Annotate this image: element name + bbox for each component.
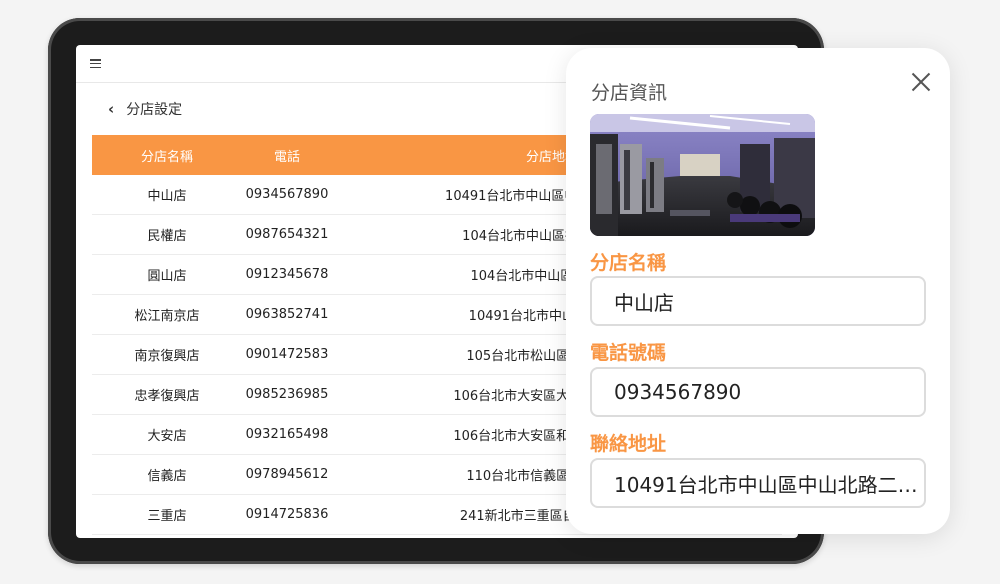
cell-name: 大安店 <box>147 429 187 444</box>
branch-info-panel: 分店資訊 分店名稱 中山店 電話號碼 0934567890 聯絡地址 10491… <box>566 48 950 534</box>
cell-name: 南京復興店 <box>134 349 200 364</box>
cell-name: 信義店 <box>147 469 187 484</box>
cell-name: 民權店 <box>147 229 187 244</box>
phone-label: 電話號碼 <box>590 342 667 364</box>
cell-phone: 0985236985 <box>245 387 329 402</box>
chevron-left-icon[interactable]: ‹ <box>108 100 114 118</box>
address-label: 聯絡地址 <box>590 433 667 455</box>
cell-name: 忠孝復興店 <box>134 389 200 404</box>
column-header-name: 分店名稱 <box>140 149 193 165</box>
phone-number-field[interactable]: 0934567890 <box>590 367 926 417</box>
name-label: 分店名稱 <box>590 252 667 274</box>
branch-name-field[interactable]: 中山店 <box>590 276 926 326</box>
cell-name: 三重店 <box>147 509 187 524</box>
cell-phone: 0901472583 <box>245 347 329 362</box>
page-title: 分店設定 <box>126 102 183 118</box>
cell-phone: 0978945612 <box>245 467 329 482</box>
hamburger-icon[interactable] <box>90 59 101 68</box>
cell-phone: 0912345678 <box>245 267 329 282</box>
cell-name: 松江南京店 <box>134 309 200 324</box>
close-icon[interactable] <box>909 70 933 94</box>
branch-photo <box>590 114 815 236</box>
cell-phone: 0914725836 <box>245 507 329 522</box>
cell-phone: 0987654321 <box>245 227 329 242</box>
address-field[interactable]: 10491台北市中山區中山北路二… <box>590 458 926 508</box>
cell-name: 圓山店 <box>147 269 187 284</box>
column-header-phone: 電話 <box>273 149 300 165</box>
cell-phone: 0934567890 <box>245 187 329 202</box>
cell-phone: 0932165498 <box>245 427 329 442</box>
panel-title: 分店資訊 <box>591 82 668 104</box>
cell-name: 中山店 <box>147 189 187 204</box>
cell-phone: 0963852741 <box>245 307 329 322</box>
